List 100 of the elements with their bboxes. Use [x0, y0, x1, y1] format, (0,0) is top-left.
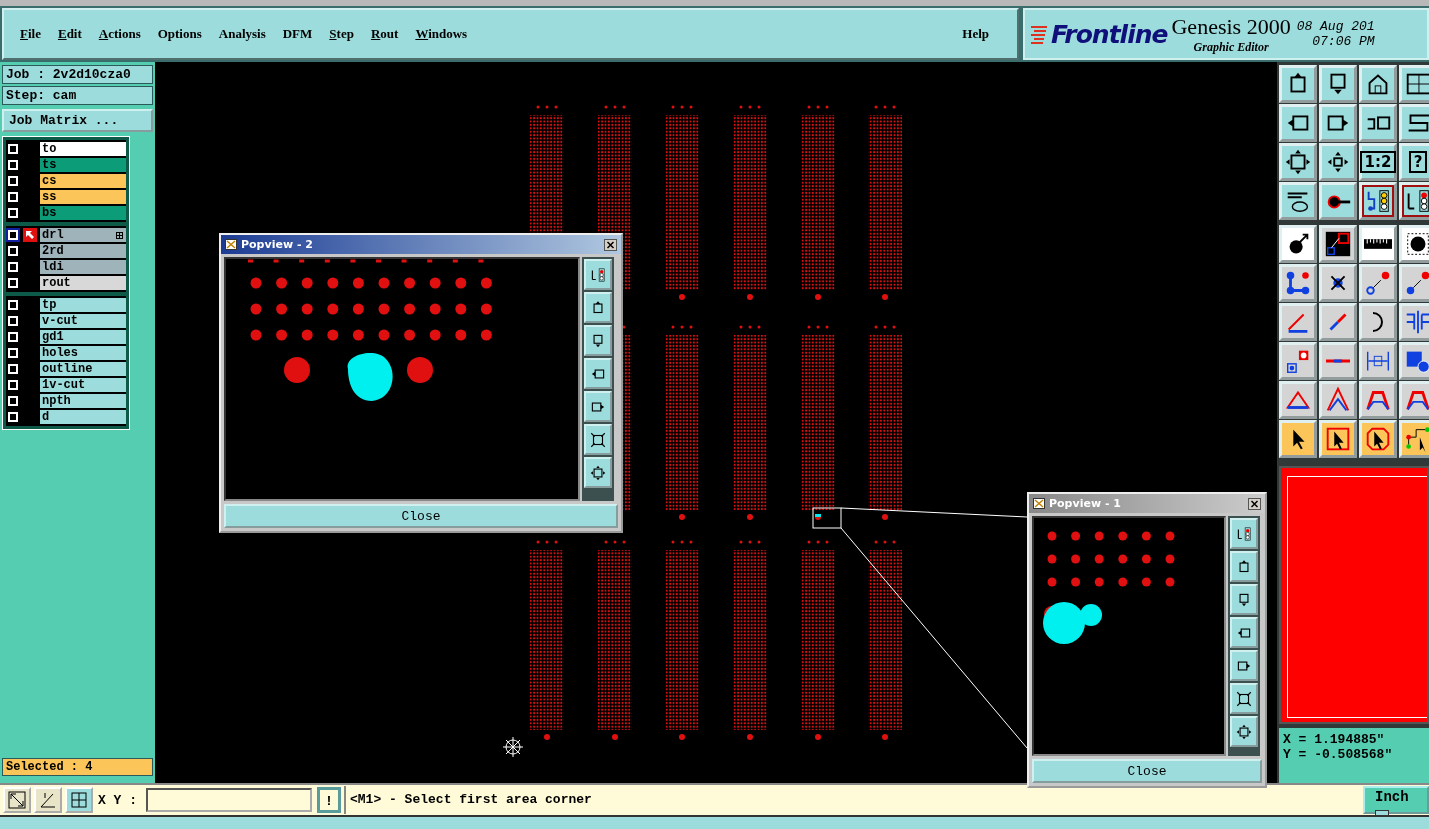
- layer-checkbox[interactable]: [8, 176, 18, 186]
- layer-name[interactable]: v-cut: [40, 314, 126, 328]
- layer-checkbox[interactable]: [8, 316, 18, 326]
- layer-checkbox[interactable]: [8, 160, 18, 170]
- layer-name[interactable]: holes: [40, 346, 126, 360]
- layers-alt-button[interactable]: [1230, 518, 1258, 549]
- layer-name[interactable]: ldi: [40, 260, 126, 274]
- measure-tool-button[interactable]: [1359, 342, 1397, 380]
- layer-name[interactable]: to: [40, 142, 126, 156]
- arrow-pointer-tool-button[interactable]: [1279, 420, 1317, 458]
- ruler-tool-button[interactable]: [1359, 225, 1397, 263]
- close-button[interactable]: Close: [1032, 759, 1262, 783]
- menu-item[interactable]: Edit: [57, 26, 82, 42]
- layer-name[interactable]: npth: [40, 394, 126, 408]
- close-icon[interactable]: [1248, 497, 1261, 510]
- layer-checkbox[interactable]: [8, 396, 18, 406]
- pointer-octagon-tool-button[interactable]: [1359, 420, 1397, 458]
- arrow-left-tool-button[interactable]: [1279, 104, 1317, 142]
- pin-button[interactable]: [1230, 683, 1258, 714]
- layer-checkbox[interactable]: [8, 300, 18, 310]
- layers-alt-button[interactable]: [584, 259, 612, 290]
- layer-name[interactable]: 1v-cut: [40, 378, 126, 392]
- menu-item[interactable]: Analysis: [218, 26, 266, 42]
- layer-checkbox[interactable]: [8, 412, 18, 422]
- zoom-tool-button[interactable]: [3, 787, 31, 813]
- pointer-square-tool-button[interactable]: [1319, 420, 1357, 458]
- layers-alt-tool-button[interactable]: [1399, 182, 1429, 220]
- layer-checkbox[interactable]: [8, 144, 18, 154]
- tools-tool-button[interactable]: [1279, 182, 1317, 220]
- fit-button[interactable]: [1230, 716, 1258, 747]
- layer-name[interactable]: bs: [40, 206, 126, 220]
- layer-checkbox[interactable]: [8, 278, 18, 288]
- menu-item[interactable]: Actions: [98, 26, 141, 42]
- line-dot-tool-button[interactable]: [1359, 264, 1397, 302]
- layers-tool-button[interactable]: [1359, 182, 1397, 220]
- arrow-up-button[interactable]: [584, 292, 612, 323]
- menu-item[interactable]: DFM: [282, 26, 313, 42]
- layer-name[interactable]: drl: [40, 228, 126, 242]
- close-icon[interactable]: [604, 238, 617, 251]
- close-button[interactable]: Close: [224, 504, 618, 528]
- route-tool-button[interactable]: [1399, 420, 1429, 458]
- arrow-down-button[interactable]: [584, 325, 612, 356]
- tool-button[interactable]: 1:2: [1359, 143, 1397, 181]
- grid-tool-button[interactable]: [1399, 65, 1429, 103]
- pin-button[interactable]: [584, 424, 612, 455]
- fit-tool-button[interactable]: [1279, 143, 1317, 181]
- double-triangle-tool-button[interactable]: [1319, 381, 1357, 419]
- menu-item[interactable]: Windows: [415, 26, 468, 42]
- connect-tool-button[interactable]: [1279, 264, 1317, 302]
- pad-select-tool-button[interactable]: [1319, 225, 1357, 263]
- layer-checkbox[interactable]: [8, 208, 18, 218]
- layer-name[interactable]: cs: [40, 174, 126, 188]
- center-tool-button[interactable]: [1319, 143, 1357, 181]
- fit-button[interactable]: [584, 457, 612, 488]
- layer-checkbox[interactable]: [8, 230, 18, 240]
- mirror-tool-button[interactable]: [1399, 303, 1429, 341]
- layer-checkbox[interactable]: [8, 364, 18, 374]
- job-matrix-button[interactable]: Job Matrix ...: [2, 109, 153, 132]
- arrow-down-tool-button[interactable]: [1319, 65, 1357, 103]
- s-shape-tool-button[interactable]: [1399, 104, 1429, 142]
- undo-tool-button[interactable]: [1359, 104, 1397, 142]
- help-menu[interactable]: Help: [962, 26, 989, 42]
- arrow-right-button[interactable]: [584, 391, 612, 422]
- arrow-right-tool-button[interactable]: [1319, 104, 1357, 142]
- line-tool-button[interactable]: [1319, 342, 1357, 380]
- layer-name[interactable]: d: [40, 410, 126, 424]
- arrow-up-tool-button[interactable]: [1279, 65, 1317, 103]
- xy-input-field[interactable]: [146, 788, 312, 812]
- triangle-tool-button[interactable]: [1279, 381, 1317, 419]
- layer-name[interactable]: ss: [40, 190, 126, 204]
- arrow-left-button[interactable]: [584, 358, 612, 389]
- layer-checkbox[interactable]: [8, 332, 18, 342]
- pad-arrow-tool-button[interactable]: [1279, 225, 1317, 263]
- menu-item[interactable]: Rout: [370, 26, 399, 42]
- pad-line-tool-button[interactable]: [1319, 182, 1357, 220]
- layer-name[interactable]: tp: [40, 298, 126, 312]
- line-dot-filled-tool-button[interactable]: [1399, 264, 1429, 302]
- tool-button[interactable]: ?: [1399, 143, 1429, 181]
- diagonal-tool-button[interactable]: [1319, 303, 1357, 341]
- layer-name[interactable]: rout: [40, 276, 126, 290]
- arrow-left-button[interactable]: [1230, 617, 1258, 648]
- layer-name[interactable]: outline: [40, 362, 126, 376]
- house-tool-button[interactable]: [1359, 65, 1397, 103]
- layer-checkbox[interactable]: [8, 348, 18, 358]
- arch-tool-button[interactable]: [1399, 381, 1429, 419]
- layer-name[interactable]: 2rd: [40, 244, 126, 258]
- arrow-up-button[interactable]: [1230, 551, 1258, 582]
- arrow-down-button[interactable]: [1230, 584, 1258, 615]
- menu-item[interactable]: Step: [329, 26, 354, 42]
- cross-tool-button[interactable]: [1319, 264, 1357, 302]
- layer-name[interactable]: gd1: [40, 330, 126, 344]
- layer-checkbox[interactable]: [8, 262, 18, 272]
- units-dropdown[interactable]: Inch: [1363, 786, 1429, 814]
- arrow-right-button[interactable]: [1230, 650, 1258, 681]
- rotate-tool-button[interactable]: [1359, 303, 1397, 341]
- menu-item[interactable]: File: [20, 26, 41, 42]
- pad-dashed-tool-button[interactable]: [1399, 225, 1429, 263]
- layer-checkbox[interactable]: [8, 246, 18, 256]
- angle-tool-button[interactable]: [1279, 303, 1317, 341]
- shapes-tool-button[interactable]: [1399, 342, 1429, 380]
